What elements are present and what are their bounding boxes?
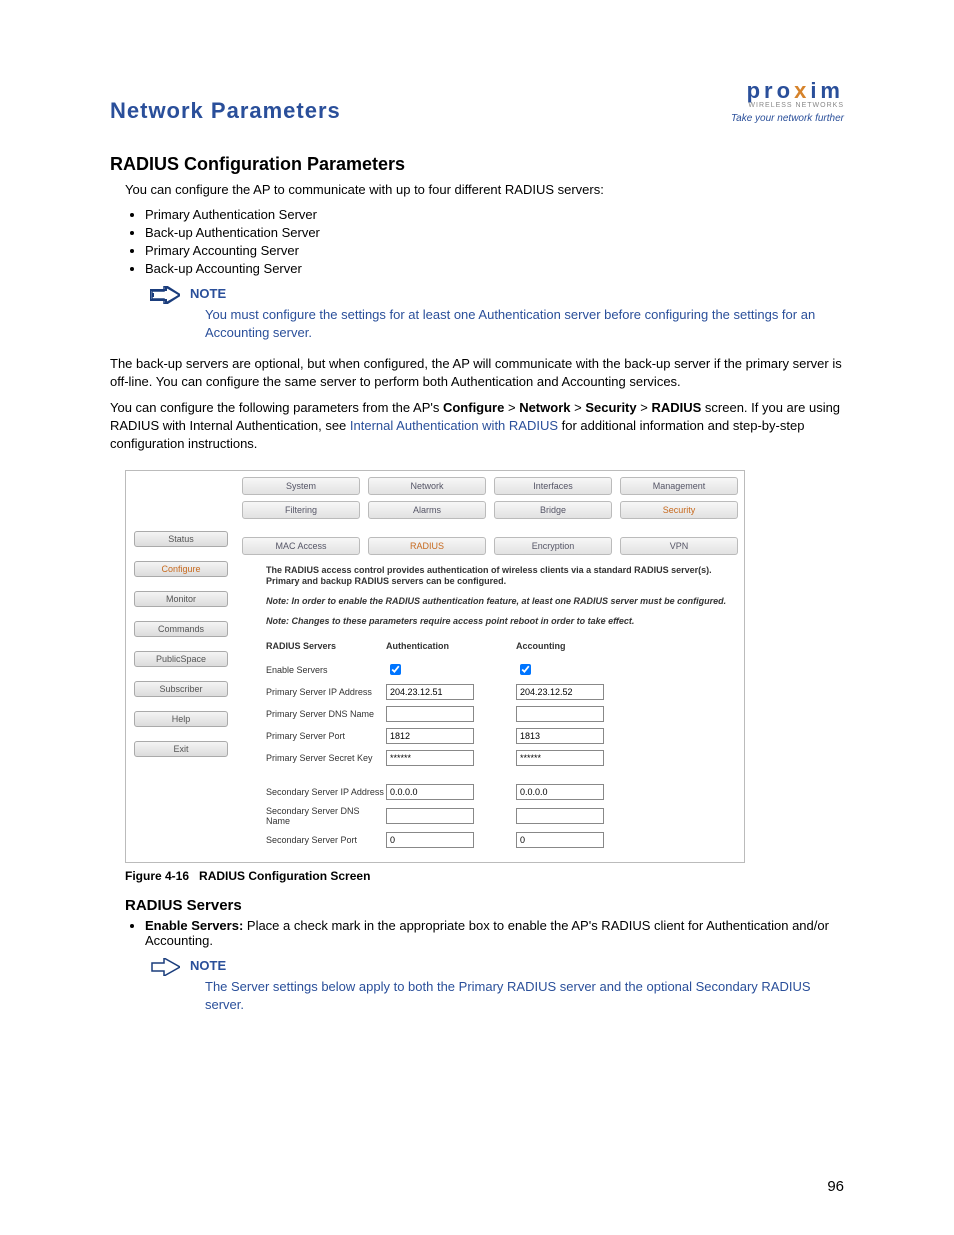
primary-acct-dns-input[interactable] xyxy=(516,706,604,722)
link-internal-auth[interactable]: Internal Authentication with RADIUS xyxy=(350,418,558,433)
primary-acct-ip-input[interactable] xyxy=(516,684,604,700)
sidebar-item-exit[interactable]: Exit xyxy=(134,741,228,757)
secondary-acct-port-input[interactable] xyxy=(516,832,604,848)
list-item: Back-up Authentication Server xyxy=(145,225,844,240)
row-label-pkey: Primary Server Secret Key xyxy=(266,753,386,763)
screenshot-description: The RADIUS access control provides authe… xyxy=(236,555,744,638)
secondary-auth-port-input[interactable] xyxy=(386,832,474,848)
sidebar-item-subscriber[interactable]: Subscriber xyxy=(134,681,228,697)
colhead-acct: Accounting xyxy=(516,641,646,651)
logo-subtitle-2: Take your network further xyxy=(731,113,844,124)
tab-row-mid: Filtering Alarms Bridge Security xyxy=(236,495,744,519)
sidebar-item-help[interactable]: Help xyxy=(134,711,228,727)
row-label-sip: Secondary Server IP Address xyxy=(266,787,386,797)
enable-servers-text: Place a check mark in the appropriate bo… xyxy=(145,918,829,948)
tab-alarms[interactable]: Alarms xyxy=(368,501,486,519)
note-text: You must configure the settings for at l… xyxy=(205,306,844,342)
figure-caption: Figure 4-16 RADIUS Configuration Screen xyxy=(125,869,844,883)
note-block-2: NOTE The Server settings below apply to … xyxy=(150,958,844,1014)
sidebar-item-publicspace[interactable]: PublicSpace xyxy=(134,651,228,667)
desc-line-2: Note: In order to enable the RADIUS auth… xyxy=(266,596,728,608)
note-arrow-icon xyxy=(150,958,180,976)
logo-subtitle-1: WIRELESS NETWORKS xyxy=(731,102,844,109)
backup-paragraph: The back-up servers are optional, but wh… xyxy=(110,355,844,391)
heading-radius-config: RADIUS Configuration Parameters xyxy=(110,154,844,175)
enable-servers-bold: Enable Servers: xyxy=(145,918,243,933)
colhead-servers: RADIUS Servers xyxy=(266,641,386,651)
secondary-acct-dns-input[interactable] xyxy=(516,808,604,824)
logo-text-x: x xyxy=(794,78,810,103)
config-paragraph: You can configure the following paramete… xyxy=(110,399,844,454)
sidebar-item-commands[interactable]: Commands xyxy=(134,621,228,637)
note-arrow-icon xyxy=(150,286,180,304)
tab-row-sub: MAC Access RADIUS Encryption VPN xyxy=(236,519,744,555)
logo-text-post: im xyxy=(810,78,844,103)
desc-line-1: The RADIUS access control provides authe… xyxy=(266,565,728,588)
breadcrumb-part: Network xyxy=(519,400,570,415)
heading-radius-servers: RADIUS Servers xyxy=(125,897,844,914)
tab-network[interactable]: Network xyxy=(368,477,486,495)
list-item: Enable Servers: Place a check mark in th… xyxy=(145,918,844,948)
note-block-1: NOTE You must configure the settings for… xyxy=(150,286,844,342)
breadcrumb-part: Security xyxy=(585,400,636,415)
enable-acct-checkbox[interactable] xyxy=(520,664,531,675)
tab-row-top: System Network Interfaces Management xyxy=(236,471,744,495)
list-item: Primary Authentication Server xyxy=(145,207,844,222)
tab-bridge[interactable]: Bridge xyxy=(494,501,612,519)
row-label-pport: Primary Server Port xyxy=(266,731,386,741)
secondary-auth-dns-input[interactable] xyxy=(386,808,474,824)
sidebar-item-configure[interactable]: Configure xyxy=(134,561,228,577)
logo: proxim WIRELESS NETWORKS Take your netwo… xyxy=(731,80,844,124)
list-item: Back-up Accounting Server xyxy=(145,261,844,276)
subtab-radius[interactable]: RADIUS xyxy=(368,537,486,555)
row-label-sport: Secondary Server Port xyxy=(266,835,386,845)
page-number: 96 xyxy=(827,1178,844,1195)
radius-servers-list: Enable Servers: Place a check mark in th… xyxy=(145,918,844,948)
list-item: Primary Accounting Server xyxy=(145,243,844,258)
secondary-auth-ip-input[interactable] xyxy=(386,784,474,800)
subtab-vpn[interactable]: VPN xyxy=(620,537,738,555)
primary-auth-dns-input[interactable] xyxy=(386,706,474,722)
row-label-pdns: Primary Server DNS Name xyxy=(266,709,386,719)
tab-system[interactable]: System xyxy=(242,477,360,495)
subtab-mac-access[interactable]: MAC Access xyxy=(242,537,360,555)
figure-label: Figure 4-16 xyxy=(125,869,189,883)
tab-interfaces[interactable]: Interfaces xyxy=(494,477,612,495)
intro-paragraph: You can configure the AP to communicate … xyxy=(125,181,844,199)
tab-management[interactable]: Management xyxy=(620,477,738,495)
primary-auth-port-input[interactable] xyxy=(386,728,474,744)
server-list: Primary Authentication Server Back-up Au… xyxy=(145,207,844,276)
note-text: The Server settings below apply to both … xyxy=(205,978,844,1014)
colhead-auth: Authentication xyxy=(386,641,516,651)
row-label-pip: Primary Server IP Address xyxy=(266,687,386,697)
sidebar-item-status[interactable]: Status xyxy=(134,531,228,547)
primary-auth-ip-input[interactable] xyxy=(386,684,474,700)
row-label-enable: Enable Servers xyxy=(266,665,386,675)
tab-security[interactable]: Security xyxy=(620,501,738,519)
breadcrumb-part: RADIUS xyxy=(651,400,701,415)
radius-config-screenshot: Status Configure Monitor Commands Public… xyxy=(125,470,745,864)
subtab-encryption[interactable]: Encryption xyxy=(494,537,612,555)
sidebar-item-monitor[interactable]: Monitor xyxy=(134,591,228,607)
tab-filtering[interactable]: Filtering xyxy=(242,501,360,519)
primary-auth-key-input[interactable] xyxy=(386,750,474,766)
note-heading: NOTE xyxy=(190,958,226,973)
sidebar: Status Configure Monitor Commands Public… xyxy=(126,471,236,863)
row-label-sdns: Secondary Server DNS Name xyxy=(266,806,386,826)
desc-line-3: Note: Changes to these parameters requir… xyxy=(266,616,728,628)
enable-auth-checkbox[interactable] xyxy=(390,664,401,675)
primary-acct-key-input[interactable] xyxy=(516,750,604,766)
breadcrumb-part: Configure xyxy=(443,400,504,415)
figure-text: RADIUS Configuration Screen xyxy=(199,869,370,883)
logo-text-pre: pro xyxy=(747,78,794,103)
primary-acct-port-input[interactable] xyxy=(516,728,604,744)
page-title: Network Parameters xyxy=(110,98,341,124)
text: You can configure the following paramete… xyxy=(110,400,443,415)
secondary-acct-ip-input[interactable] xyxy=(516,784,604,800)
note-heading: NOTE xyxy=(190,286,226,301)
radius-form: RADIUS Servers Authentication Accounting… xyxy=(236,637,744,848)
